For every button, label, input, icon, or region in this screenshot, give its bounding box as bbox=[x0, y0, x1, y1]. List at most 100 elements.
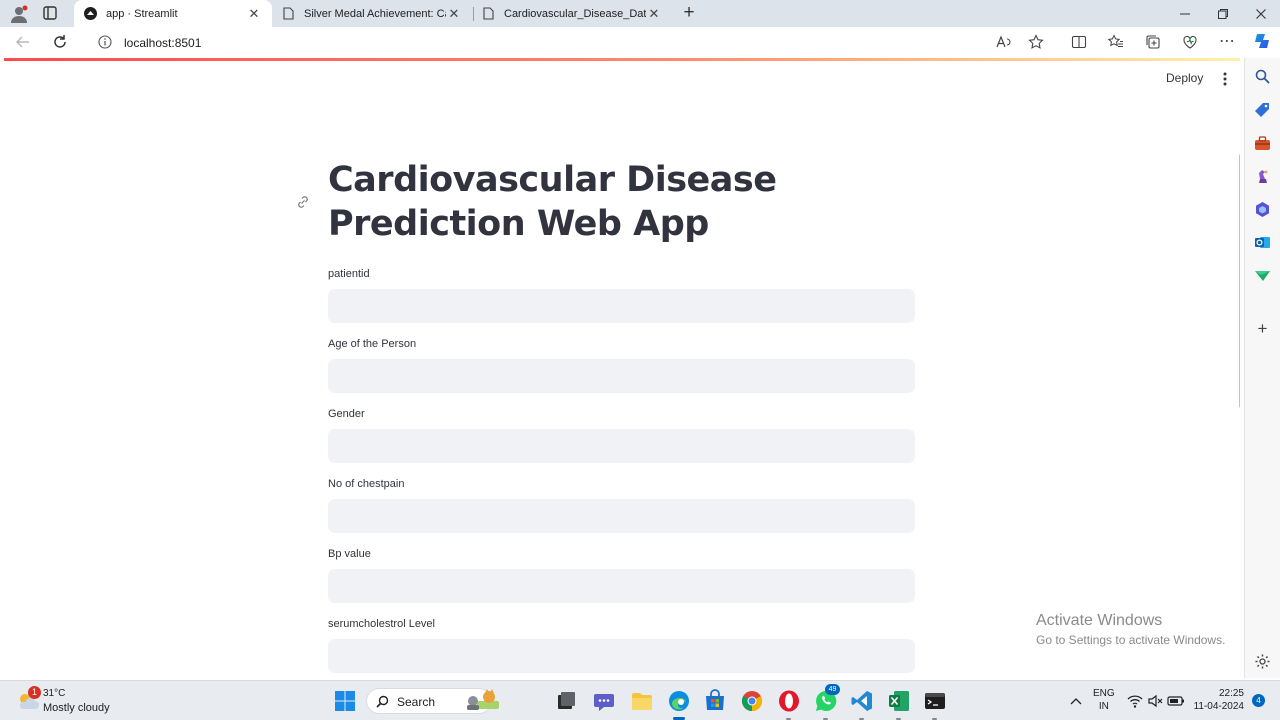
browser-essentials-icon[interactable] bbox=[1182, 34, 1198, 50]
gender-input[interactable] bbox=[328, 429, 915, 463]
outlook-icon[interactable] bbox=[1254, 234, 1271, 251]
language-code: ENG bbox=[1093, 688, 1115, 699]
system-clock[interactable]: 22:25 11-04-2024 bbox=[1190, 687, 1244, 713]
tab-streamlit-app[interactable]: app · Streamlit ✕ bbox=[74, 0, 272, 27]
streamlit-app-viewport: Deploy Cardiovascular Disease Prediction… bbox=[4, 58, 1240, 678]
serum-cholesterol-input[interactable] bbox=[328, 639, 915, 673]
tab-title: Cardiovascular_Disease_Dataset bbox=[504, 7, 646, 20]
minimize-icon bbox=[1180, 13, 1190, 14]
clock-time: 22:25 bbox=[1218, 688, 1244, 699]
close-tab-icon[interactable]: ✕ bbox=[646, 6, 662, 22]
search-icon[interactable] bbox=[1254, 68, 1271, 85]
games-icon[interactable] bbox=[1254, 168, 1271, 185]
watermark-title: Activate Windows bbox=[1036, 612, 1163, 629]
site-info-icon[interactable] bbox=[98, 35, 112, 49]
streamlit-icon bbox=[84, 7, 97, 20]
copilot-icon[interactable] bbox=[1253, 32, 1271, 50]
favorite-star-icon[interactable] bbox=[1028, 34, 1044, 50]
field-label: Bp value bbox=[328, 548, 371, 560]
page-title: Cardiovascular Disease Prediction Web Ap… bbox=[328, 160, 777, 244]
weather-condition-text: Mostly cloudy bbox=[43, 702, 110, 714]
volume-muted-icon[interactable] bbox=[1147, 691, 1163, 711]
favorites-icon[interactable] bbox=[1108, 34, 1124, 50]
edge-browser-icon[interactable] bbox=[667, 689, 691, 713]
browser-tab-strip: app · Streamlit ✕ Silver Medal Achieveme… bbox=[0, 0, 1280, 27]
field-label: Age of the Person bbox=[328, 338, 417, 350]
vscode-icon[interactable] bbox=[850, 689, 874, 713]
profile-icon[interactable] bbox=[9, 4, 29, 24]
address-bar[interactable]: localhost:8501 bbox=[86, 30, 1061, 55]
field-label: No of chestpain bbox=[328, 478, 405, 490]
microsoft-365-icon[interactable] bbox=[1254, 201, 1271, 218]
notification-count-badge[interactable]: 4 bbox=[1252, 694, 1265, 707]
bp-value-field: Bp value bbox=[328, 548, 915, 618]
chestpain-field: No of chestpain bbox=[328, 478, 915, 548]
chestpain-input[interactable] bbox=[328, 499, 915, 533]
page-icon bbox=[483, 7, 494, 20]
add-sidebar-app-icon[interactable]: + bbox=[1254, 320, 1271, 337]
windows-start-icon[interactable] bbox=[333, 689, 357, 713]
back-icon[interactable] bbox=[14, 33, 32, 51]
bp-value-input[interactable] bbox=[328, 569, 915, 603]
main-menu-icon[interactable] bbox=[1222, 72, 1228, 86]
battery-icon[interactable] bbox=[1167, 691, 1185, 711]
close-tab-icon[interactable]: ✕ bbox=[446, 6, 462, 22]
search-highlight-illustration-icon bbox=[467, 689, 499, 710]
field-label: serumcholestrol Level bbox=[328, 618, 435, 630]
tab-actions-icon[interactable] bbox=[42, 5, 58, 21]
search-icon bbox=[376, 695, 389, 708]
vertical-scrollbar[interactable] bbox=[1239, 154, 1240, 408]
main-content: Cardiovascular Disease Prediction Web Ap… bbox=[298, 158, 915, 678]
chrome-icon[interactable] bbox=[740, 689, 764, 713]
opera-icon[interactable] bbox=[777, 689, 801, 713]
deploy-button[interactable]: Deploy bbox=[1166, 71, 1203, 85]
field-label: patientid bbox=[328, 268, 370, 280]
activate-windows-watermark: Activate Windows Go to Settings to activ… bbox=[1036, 612, 1225, 647]
minimize-button[interactable] bbox=[1166, 0, 1204, 27]
weather-widget[interactable]: 1 31°C Mostly cloudy bbox=[16, 686, 126, 715]
patientid-input[interactable] bbox=[328, 289, 915, 323]
weather-badge: 1 bbox=[28, 686, 41, 699]
tab-dataset[interactable]: Cardiovascular_Disease_Dataset ✕ bbox=[472, 0, 672, 27]
show-hidden-icons-chevron-icon[interactable] bbox=[1068, 691, 1084, 711]
microsoft-store-icon[interactable] bbox=[703, 689, 727, 713]
language-indicator[interactable]: ENG IN bbox=[1093, 687, 1115, 713]
anchor-link-icon[interactable] bbox=[295, 194, 311, 210]
taskbar-search-box[interactable]: Search bbox=[366, 688, 499, 714]
patientid-field: patientid bbox=[328, 268, 915, 338]
tab-title: app · Streamlit bbox=[106, 7, 178, 20]
collections-icon[interactable] bbox=[1145, 34, 1161, 50]
split-screen-icon[interactable] bbox=[1071, 34, 1087, 50]
close-icon bbox=[1256, 8, 1266, 19]
tools-icon[interactable] bbox=[1254, 135, 1271, 152]
more-options-icon[interactable]: ⋯ bbox=[1219, 31, 1235, 50]
file-explorer-icon[interactable] bbox=[630, 689, 654, 713]
restore-icon bbox=[1218, 8, 1228, 19]
maximize-button[interactable] bbox=[1204, 0, 1242, 27]
new-tab-button[interactable]: + bbox=[680, 3, 698, 23]
age-input[interactable] bbox=[328, 359, 915, 393]
temperature-text: 31°C bbox=[43, 688, 66, 699]
edge-sidebar: + bbox=[1244, 58, 1280, 678]
region-code: IN bbox=[1098, 701, 1109, 712]
search-label: Search bbox=[397, 695, 436, 709]
header-decoration-bar bbox=[4, 58, 1240, 61]
windows-taskbar: 1 31°C Mostly cloudy Search 49 ENG IN 22… bbox=[0, 680, 1280, 720]
wifi-icon[interactable] bbox=[1127, 691, 1143, 711]
clock-date: 11-04-2024 bbox=[1193, 701, 1244, 712]
close-window-button[interactable] bbox=[1242, 0, 1280, 27]
read-aloud-icon[interactable] bbox=[995, 34, 1011, 50]
url-text: localhost:8501 bbox=[124, 36, 202, 50]
reload-icon[interactable] bbox=[51, 33, 69, 51]
close-tab-icon[interactable]: ✕ bbox=[246, 6, 262, 22]
send-drop-icon[interactable] bbox=[1254, 267, 1271, 284]
settings-gear-icon[interactable] bbox=[1254, 653, 1271, 670]
shopping-tag-icon[interactable] bbox=[1254, 102, 1271, 119]
gender-field: Gender bbox=[328, 408, 915, 478]
field-label: Gender bbox=[328, 408, 365, 420]
tab-silver-medal[interactable]: Silver Medal Achievement: Cardi ✕ bbox=[272, 0, 472, 27]
terminal-icon[interactable] bbox=[923, 689, 947, 713]
task-view-icon[interactable] bbox=[554, 689, 578, 713]
teams-chat-icon[interactable] bbox=[592, 689, 616, 713]
excel-icon[interactable] bbox=[887, 689, 911, 713]
